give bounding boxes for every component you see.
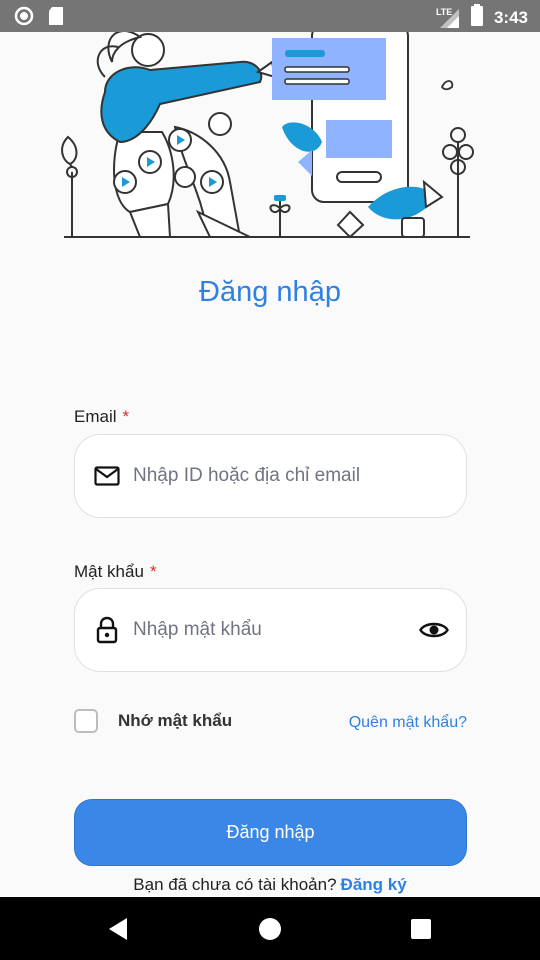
- signup-prompt: Bạn đã chưa có tài khoản?: [133, 875, 337, 894]
- status-bar: LTE 3:43: [0, 0, 540, 32]
- home-icon[interactable]: [258, 917, 282, 941]
- signup-row: Bạn đã chưa có tài khoản? Đăng ký: [0, 875, 540, 895]
- login-button[interactable]: Đăng nhập: [74, 799, 467, 866]
- recents-icon[interactable]: [410, 918, 432, 940]
- status-time: 3:43: [493, 7, 528, 27]
- email-field-container: [74, 434, 467, 518]
- login-illustration: [50, 23, 480, 247]
- navigation-bar: [0, 897, 540, 960]
- remember-checkbox[interactable]: [74, 709, 98, 733]
- password-label-text: Mật khẩu: [74, 562, 144, 581]
- eye-icon[interactable]: [418, 618, 450, 642]
- email-label-text: Email: [74, 407, 117, 426]
- notification-circle-icon: [14, 6, 34, 31]
- password-required-mark: *: [149, 562, 157, 581]
- email-field[interactable]: [133, 435, 413, 517]
- signup-link[interactable]: Đăng ký: [341, 875, 407, 894]
- mail-icon: [94, 463, 120, 489]
- back-icon[interactable]: [107, 917, 129, 941]
- email-label: Email *: [74, 407, 129, 427]
- battery-icon: [470, 4, 484, 31]
- remember-label: Nhớ mật khẩu: [118, 711, 233, 730]
- forgot-password-link[interactable]: Quên mật khẩu?: [349, 714, 467, 732]
- lock-icon: [94, 616, 120, 644]
- password-field-container: [74, 588, 467, 672]
- signal-icon: LTE: [436, 7, 460, 29]
- password-label: Mật khẩu *: [74, 562, 157, 582]
- password-field[interactable]: [133, 589, 413, 671]
- email-required-mark: *: [122, 407, 130, 426]
- page-title: Đăng nhập: [199, 276, 341, 308]
- sd-card-icon: [48, 6, 64, 31]
